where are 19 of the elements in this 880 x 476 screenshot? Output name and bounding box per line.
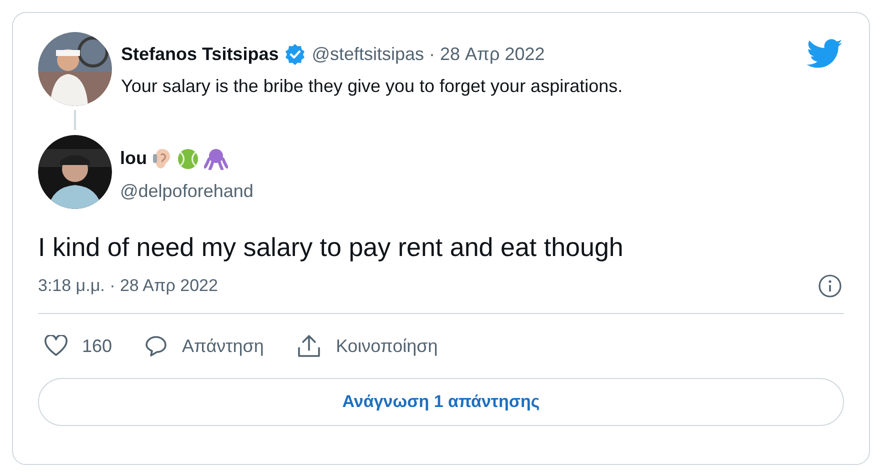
- reply-button[interactable]: Απάντηση: [144, 332, 264, 360]
- speech-bubble-icon: [144, 334, 168, 358]
- tennis-ball-icon: [177, 148, 199, 170]
- share-icon: [296, 334, 322, 358]
- like-button[interactable]: 160: [44, 332, 112, 360]
- reply-text: I kind of need my salary to pay rent and eat though: [38, 231, 624, 263]
- author-name: Stefanos Tsitsipas: [121, 42, 279, 66]
- handle: @delpoforehand: [120, 180, 254, 203]
- info-icon: [818, 274, 842, 298]
- octopus-icon: [204, 148, 228, 170]
- timestamp: 3:18 μ.μ. · 28 Απρ 2022: [38, 275, 218, 297]
- author-name: lou: [120, 147, 147, 170]
- tweet-text: Your salary is the bribe they give you to forget your aspirations.: [121, 75, 624, 98]
- handle-and-date: @steftsitsipas · 28 Απρ 2022: [312, 42, 545, 66]
- share-button[interactable]: Κοινοποίηση: [296, 332, 438, 360]
- heart-icon: [44, 335, 68, 357]
- bird-logo-icon: [806, 39, 844, 69]
- ear-icon: [152, 148, 172, 170]
- read-replies-button[interactable]: Ανάγνωση 1 απάντησης: [38, 378, 844, 426]
